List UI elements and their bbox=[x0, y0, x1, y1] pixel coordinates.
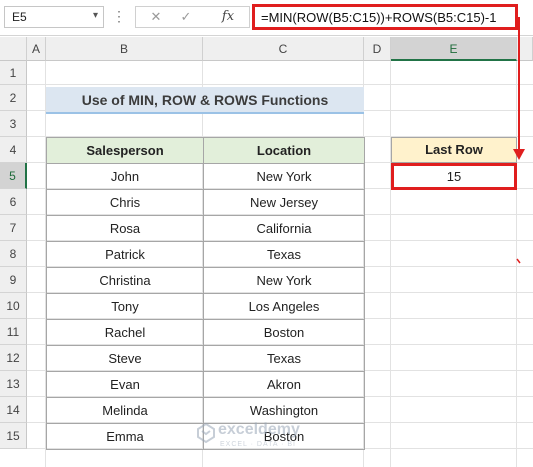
last-row-header[interactable]: Last Row bbox=[391, 137, 517, 163]
salesperson-cell[interactable]: Melinda bbox=[46, 397, 204, 424]
formula-input[interactable]: =MIN(ROW(B5:C15))+ROWS(B5:C15)-1 bbox=[252, 4, 518, 30]
column-header-e[interactable]: E bbox=[391, 37, 517, 61]
insert-function-button[interactable]: fx bbox=[216, 8, 240, 26]
column-header-a[interactable]: A bbox=[27, 37, 46, 61]
location-cell[interactable]: Boston bbox=[203, 319, 365, 346]
row-header-2[interactable]: 2 bbox=[0, 85, 27, 111]
table-row: Steve Texas bbox=[46, 345, 365, 372]
gridline-column bbox=[390, 61, 391, 467]
row-header-10[interactable]: 10 bbox=[0, 293, 27, 319]
name-box-value: E5 bbox=[12, 10, 27, 24]
header-salesperson[interactable]: Salesperson bbox=[46, 137, 204, 164]
column-header-b[interactable]: B bbox=[46, 37, 203, 61]
salesperson-cell[interactable]: Chris bbox=[46, 189, 204, 216]
gridline-column bbox=[516, 61, 517, 467]
table-row: Christina New York bbox=[46, 267, 365, 294]
row-header-1[interactable]: 1 bbox=[0, 61, 27, 85]
location-cell[interactable]: Texas bbox=[203, 345, 365, 372]
location-cell[interactable]: New York bbox=[203, 163, 365, 190]
column-header-c[interactable]: C bbox=[203, 37, 364, 61]
row-header-4[interactable]: 4 bbox=[0, 137, 27, 163]
salesperson-cell[interactable]: Evan bbox=[46, 371, 204, 398]
name-box[interactable]: E5 ▾ bbox=[4, 6, 104, 28]
table-row: John New York bbox=[46, 163, 365, 190]
chevron-down-icon[interactable]: ▾ bbox=[93, 10, 98, 21]
salesperson-cell[interactable]: John bbox=[46, 163, 204, 190]
row-header-9[interactable]: 9 bbox=[0, 267, 27, 293]
watermark-name: exceldemy bbox=[218, 421, 300, 438]
salesperson-cell[interactable]: Rachel bbox=[46, 319, 204, 346]
table-row: Evan Akron bbox=[46, 371, 365, 398]
row-header-7[interactable]: 7 bbox=[0, 215, 27, 241]
column-header-partial[interactable] bbox=[517, 37, 533, 61]
location-cell[interactable]: New York bbox=[203, 267, 365, 294]
exceldemy-watermark: exceldemy EXCEL · DATA · BI bbox=[196, 419, 346, 459]
gridline-row bbox=[27, 84, 533, 85]
location-cell[interactable]: Texas bbox=[203, 241, 365, 268]
table-row: Patrick Texas bbox=[46, 241, 365, 268]
location-cell[interactable]: Los Angeles bbox=[203, 293, 365, 320]
salesperson-cell[interactable]: Patrick bbox=[46, 241, 204, 268]
worksheet-grid[interactable]: ABCDE 1 2 3 4 5 6 7 8 9 10 11 12 13 14 15 Use of MIN, … bbox=[0, 37, 533, 467]
row-header-14[interactable]: 14 bbox=[0, 397, 27, 423]
table-row: Rosa California bbox=[46, 215, 365, 242]
row-header-11[interactable]: 11 bbox=[0, 319, 27, 345]
table-row: Rachel Boston bbox=[46, 319, 365, 346]
salesperson-cell[interactable]: Tony bbox=[46, 293, 204, 320]
salesperson-cell[interactable]: Steve bbox=[46, 345, 204, 372]
row-header-15[interactable]: 15 bbox=[0, 423, 27, 449]
column-header-d[interactable]: D bbox=[364, 37, 391, 61]
watermark-tagline: EXCEL · DATA · BI bbox=[220, 441, 296, 448]
row-header-6[interactable]: 6 bbox=[0, 189, 27, 215]
row-header-13[interactable]: 13 bbox=[0, 371, 27, 397]
formula-bar-area: E5 ▾ ⋮ ✕ ✓ fx =MIN(ROW(B5:C15))+ROWS(B5:… bbox=[0, 0, 533, 36]
exceldemy-logo-icon bbox=[197, 423, 215, 443]
title-cell[interactable]: Use of MIN, ROW & ROWS Functions bbox=[46, 87, 364, 114]
vertical-dots-icon[interactable]: ⋮ bbox=[112, 5, 126, 27]
location-cell[interactable]: New Jersey bbox=[203, 189, 365, 216]
sales-table: Salesperson Location John New York Chris Ne… bbox=[46, 137, 365, 450]
location-cell[interactable]: California bbox=[203, 215, 365, 242]
row-header-3[interactable]: 3 bbox=[0, 111, 27, 137]
select-all-corner[interactable] bbox=[0, 37, 27, 61]
salesperson-cell[interactable]: Christina bbox=[46, 267, 204, 294]
row-header-12[interactable]: 12 bbox=[0, 345, 27, 371]
header-location[interactable]: Location bbox=[203, 137, 365, 164]
salesperson-cell[interactable]: Emma bbox=[46, 423, 204, 450]
formula-text: =MIN(ROW(B5:C15))+ROWS(B5:C15)-1 bbox=[261, 10, 497, 25]
confirm-icon[interactable]: ✓ bbox=[174, 8, 198, 26]
table-row: Chris New Jersey bbox=[46, 189, 365, 216]
formula-buttons: ✕ ✓ fx bbox=[135, 6, 250, 28]
salesperson-cell[interactable]: Rosa bbox=[46, 215, 204, 242]
table-row: Tony Los Angeles bbox=[46, 293, 365, 320]
last-row-value-cell[interactable]: 15 bbox=[391, 163, 517, 190]
row-header-8[interactable]: 8 bbox=[0, 241, 27, 267]
cancel-icon[interactable]: ✕ bbox=[144, 8, 168, 26]
location-cell[interactable]: Akron bbox=[203, 371, 365, 398]
row-header-5[interactable]: 5 bbox=[0, 163, 27, 189]
